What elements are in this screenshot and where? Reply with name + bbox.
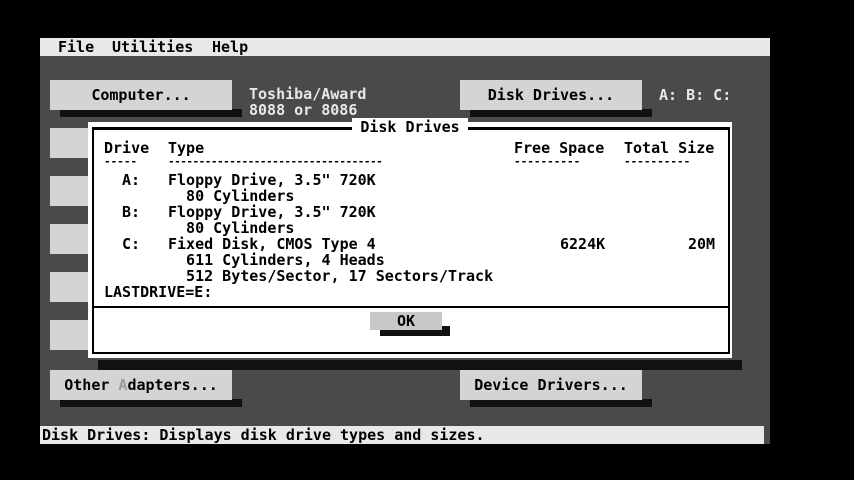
disk-drives-button[interactable]: Disk Drives...: [460, 80, 642, 110]
total-size-value: 20M: [688, 235, 716, 253]
button-shadow: [470, 399, 652, 407]
ok-button[interactable]: OK: [370, 312, 442, 330]
dialog-title-text: Disk Drives: [352, 118, 468, 136]
video-button[interactable]: [50, 176, 90, 206]
drive-type-line: 611 Cylinders, 4 Heads: [168, 251, 385, 269]
dialog-shadow: [98, 360, 742, 370]
mouse-button[interactable]: [50, 320, 90, 350]
header-rule: -----------------------------------: [168, 155, 383, 168]
network-button[interactable]: [50, 224, 90, 254]
button-shadow: [60, 109, 242, 117]
computer-info-line: 8088 or 8086: [249, 101, 358, 119]
free-space-value: 6224K: [560, 235, 606, 253]
drive-type-line: Floppy Drive, 3.5" 720K: [168, 203, 376, 221]
menu-utilities[interactable]: Utilities: [112, 38, 193, 56]
drive-type-line: Fixed Disk, CMOS Type 4: [168, 235, 376, 253]
menu-help[interactable]: Help: [212, 38, 248, 56]
disk-drives-dialog: Disk Drives Drive Type Free Space Total …: [88, 118, 732, 358]
button-shadow: [470, 109, 652, 117]
msd-screen: File Utilities Help Computer... Other Ad…: [40, 38, 770, 444]
button-shadow: [60, 399, 242, 407]
drive-type-line: 80 Cylinders: [168, 187, 295, 205]
drive-letter: A:: [122, 171, 141, 189]
os-version-button[interactable]: [50, 272, 90, 302]
drive-type-line: Floppy Drive, 3.5" 720K: [168, 171, 376, 189]
menu-bar: File Utilities Help: [40, 38, 770, 56]
memory-button[interactable]: [50, 128, 90, 158]
dialog-divider: [92, 306, 730, 308]
header-rule: ----------: [514, 155, 581, 168]
disk-drives-info: A: B: C:: [659, 86, 732, 104]
drive-type-line: 512 Bytes/Sector, 17 Sectors/Track: [168, 267, 494, 285]
drive-type-line: 80 Cylinders: [168, 219, 295, 237]
computer-button[interactable]: Computer...: [50, 80, 232, 110]
dialog-title: Disk Drives: [88, 118, 732, 136]
other-adapters-label: Other: [64, 376, 119, 394]
other-adapters-button[interactable]: Other Adapters...: [50, 370, 232, 400]
status-bar: Disk Drives: Displays disk drive types a…: [40, 426, 764, 444]
computer-info: Toshiba/Award 8088 or 8086: [249, 86, 366, 118]
header-rule: -----: [104, 155, 138, 168]
lastdrive-text: LASTDRIVE=E:: [104, 283, 213, 301]
menu-file[interactable]: File: [58, 38, 94, 56]
drive-letter: C:: [122, 235, 141, 253]
computer-info-line: Toshiba/Award: [249, 85, 367, 103]
other-adapters-label-rest: dapters...: [127, 376, 218, 394]
drive-letter: B:: [122, 203, 141, 221]
device-drivers-button[interactable]: Device Drivers...: [460, 370, 642, 400]
header-rule: ----------: [624, 155, 691, 168]
